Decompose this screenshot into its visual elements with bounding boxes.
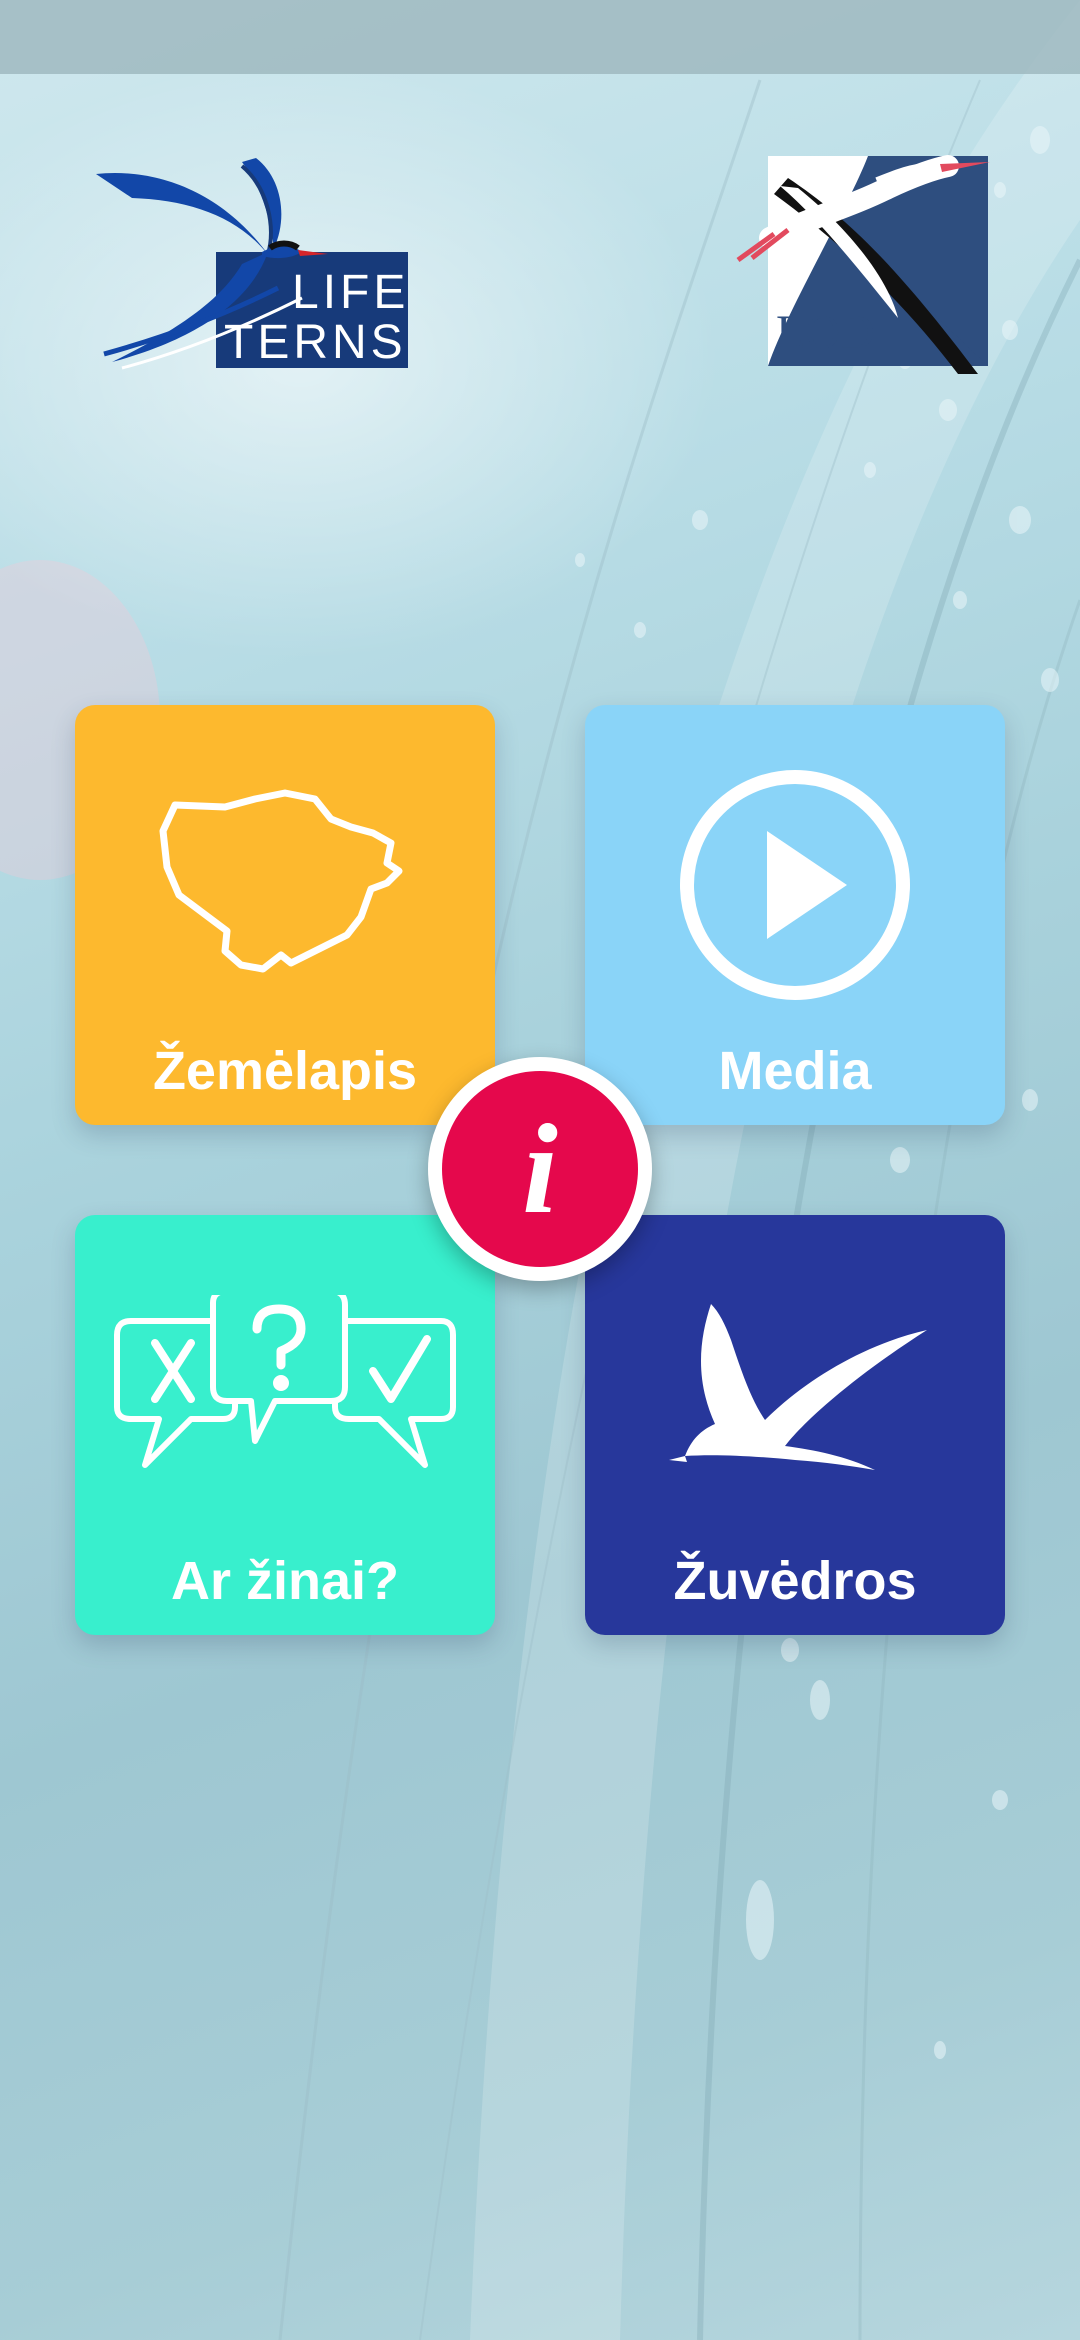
info-icon: i: [442, 1071, 638, 1267]
stork-logo-icon: LOD: [736, 155, 990, 374]
media-tile-button[interactable]: Media: [585, 705, 1005, 1125]
logo-life-text: LIFE: [292, 266, 408, 319]
tern-silhouette-icon: [585, 1255, 1005, 1535]
info-button[interactable]: i: [428, 1057, 652, 1281]
lithuania-map-icon: [75, 745, 495, 1025]
quiz-tile-button[interactable]: Ar žinai?: [75, 1215, 495, 1635]
play-circle-icon: [585, 745, 1005, 1025]
gulls-tile-button[interactable]: Žuvėdros: [585, 1215, 1005, 1635]
logo-lod-text: LOD: [776, 306, 875, 359]
quiz-speech-bubbles-icon: [75, 1255, 495, 1535]
tile-label: Ar žinai?: [170, 1551, 400, 1611]
logo-terns-text: TERNS: [224, 316, 407, 369]
tile-label: Žuvėdros: [673, 1551, 917, 1611]
map-tile-button[interactable]: Žemėlapis: [75, 705, 495, 1125]
tile-label: Žemėlapis: [152, 1041, 418, 1101]
tile-label: Media: [718, 1041, 872, 1101]
lod-logo: LOD: [728, 148, 990, 374]
status-bar: [0, 0, 1080, 74]
app-screen: LIFE TERNS LOD Žemėlapis Media Ar žinai?…: [0, 0, 1080, 2340]
life-terns-logo: LIFE TERNS: [92, 148, 408, 372]
tern-bird-logo-icon: LIFE TERNS: [96, 158, 408, 370]
